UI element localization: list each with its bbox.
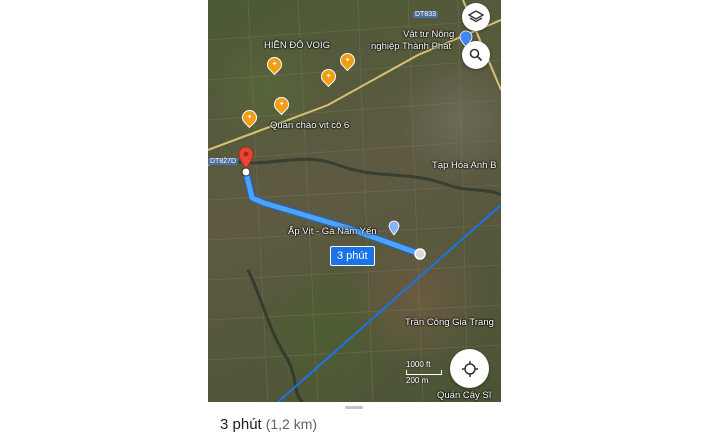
- place-label-quan-cay[interactable]: Quán Cây Sĩ: [437, 390, 491, 401]
- search-icon: [469, 48, 483, 62]
- scale-ft-label: 1000 ft: [406, 360, 431, 369]
- route-distance: (1,2 km): [265, 416, 318, 432]
- place-label-tap-hoa[interactable]: Tạp Hóa Anh B: [432, 160, 496, 171]
- route-summary-sheet[interactable]: 3 phút (1,2 km): [208, 402, 501, 440]
- route-line: [242, 168, 424, 258]
- scale-m-label: 200 m: [406, 376, 429, 385]
- place-label-tran-cong[interactable]: Trần Công Gia Trang: [405, 317, 494, 328]
- destination-pin-icon: [238, 146, 254, 177]
- map-view[interactable]: DT833 DT827D Vật tư Nông nghiệp Thành Ph…: [208, 0, 501, 402]
- origin-dot: [414, 248, 426, 260]
- road-label-dt833: DT833: [413, 11, 439, 18]
- route-eta-label[interactable]: 3 phút: [330, 246, 375, 266]
- layers-button[interactable]: [462, 3, 490, 31]
- place-label-thanh-phat[interactable]: nghiệp Thành Phát: [371, 41, 451, 52]
- place-label-ap-vit[interactable]: Ấp Vịt - Gà Năm Yến: [288, 226, 377, 237]
- map-scale: 1000 ft 200 m: [406, 360, 442, 385]
- scale-bar: [406, 370, 442, 375]
- my-location-button[interactable]: [450, 349, 489, 388]
- phone-screen: DT833 DT827D Vật tư Nông nghiệp Thành Ph…: [208, 0, 501, 440]
- search-button[interactable]: [462, 41, 490, 69]
- route-summary: 3 phút (1,2 km): [220, 416, 317, 433]
- place-label-hien-do[interactable]: HIỀN ĐỔ VOIG: [264, 40, 330, 51]
- place-label-quan-chao[interactable]: Quán cháo vịt cô 6: [270, 120, 349, 131]
- road-label-dt827d: DT827D: [208, 158, 239, 165]
- place-pin-icon: [388, 220, 400, 236]
- my-location-icon: [461, 360, 478, 377]
- sheet-drag-handle[interactable]: [345, 406, 363, 409]
- layers-icon: [468, 10, 484, 23]
- route-eta: 3 phút: [220, 416, 262, 433]
- place-label-vat-tu[interactable]: Vật tư Nông: [403, 29, 454, 40]
